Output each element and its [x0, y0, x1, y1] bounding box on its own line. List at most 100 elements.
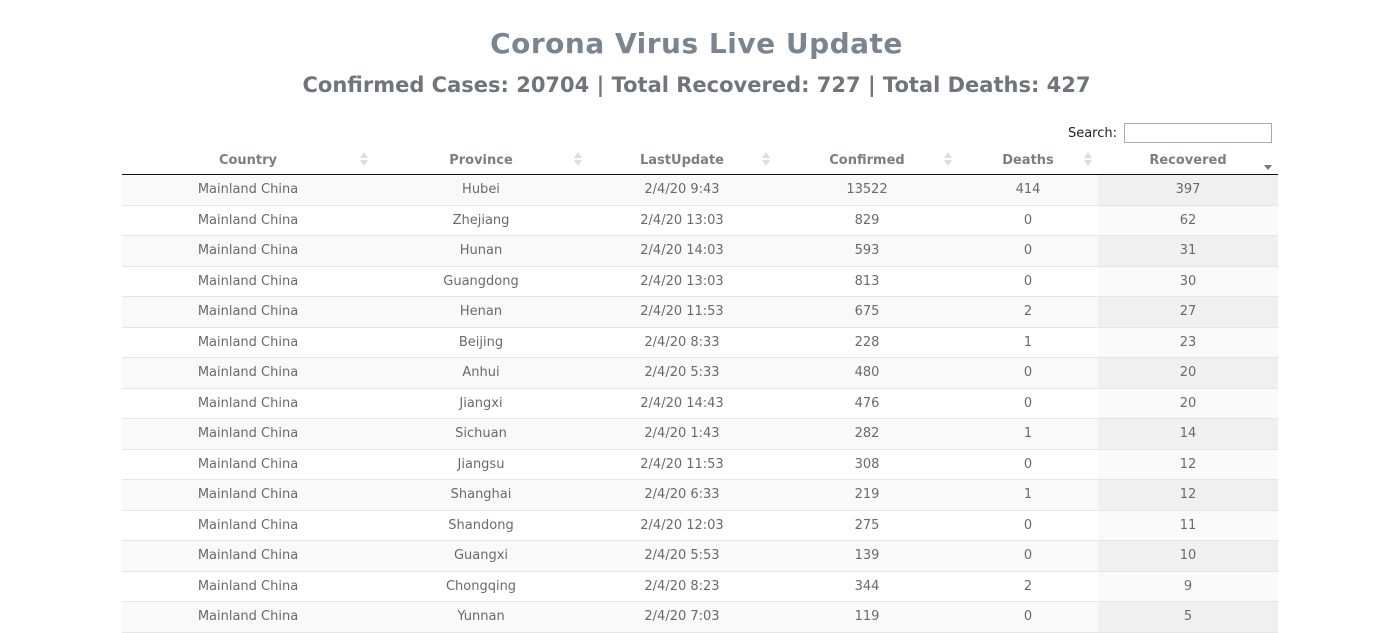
cell-deaths: 1 — [958, 418, 1098, 450]
cell-country: Mainland China — [122, 388, 374, 419]
cell-deaths: 1 — [958, 479, 1098, 511]
cell-confirmed: 139 — [776, 540, 958, 572]
cell-recovered: 12 — [1098, 449, 1278, 480]
cell-lastupdate: 2/4/20 5:53 — [588, 540, 776, 572]
cell-lastupdate: 2/4/20 8:33 — [588, 327, 776, 358]
cell-recovered: 9 — [1098, 571, 1278, 602]
cell-country: Mainland China — [122, 266, 374, 297]
cell-confirmed: 308 — [776, 449, 958, 480]
column-header-recovered[interactable]: Recovered — [1098, 146, 1278, 175]
cell-deaths: 2 — [958, 296, 1098, 328]
cell-confirmed: 480 — [776, 357, 958, 389]
cell-province: Hubei — [374, 174, 588, 206]
cell-deaths: 1 — [958, 327, 1098, 358]
table-row[interactable]: Mainland China Henan 2/4/20 11:53 675 2 27 — [122, 296, 1278, 328]
column-header-label: LastUpdate — [640, 152, 724, 168]
cell-lastupdate: 2/4/20 11:53 — [588, 449, 776, 480]
cell-province: Sichuan — [374, 418, 588, 450]
cell-country: Mainland China — [122, 510, 374, 541]
cell-recovered: 62 — [1098, 205, 1278, 236]
column-header-province[interactable]: Province — [374, 146, 588, 175]
column-header-lastupdate[interactable]: LastUpdate — [588, 146, 776, 175]
column-header-label: Confirmed — [829, 152, 905, 168]
cell-deaths: 0 — [958, 449, 1098, 480]
cell-lastupdate: 2/4/20 7:03 — [588, 601, 776, 633]
cell-country: Mainland China — [122, 479, 374, 511]
summary-stats: Confirmed Cases: 20704 | Total Recovered… — [302, 73, 1091, 97]
cell-province: Yunnan — [374, 601, 588, 633]
sort-both-icon — [574, 152, 582, 166]
cell-confirmed: 282 — [776, 418, 958, 450]
cell-country: Mainland China — [122, 205, 374, 236]
sort-desc-icon — [1264, 156, 1272, 170]
cell-confirmed: 813 — [776, 266, 958, 297]
cell-lastupdate: 2/4/20 14:03 — [588, 235, 776, 267]
sort-both-icon — [360, 152, 368, 166]
cell-confirmed: 675 — [776, 296, 958, 328]
table-row[interactable]: Mainland China Guangxi 2/4/20 5:53 139 0 10 — [122, 540, 1278, 572]
cell-confirmed: 593 — [776, 235, 958, 267]
cell-deaths: 0 — [958, 266, 1098, 297]
cell-deaths: 414 — [958, 174, 1098, 206]
sort-both-icon — [762, 152, 770, 166]
column-header-label: Province — [449, 152, 513, 168]
cell-lastupdate: 2/4/20 8:23 — [588, 571, 776, 602]
cell-country: Mainland China — [122, 357, 374, 389]
cell-province: Zhejiang — [374, 205, 588, 236]
cell-lastupdate: 2/4/20 11:53 — [588, 296, 776, 328]
cell-lastupdate: 2/4/20 13:03 — [588, 205, 776, 236]
cell-confirmed: 476 — [776, 388, 958, 419]
cell-province: Beijing — [374, 327, 588, 358]
cell-recovered: 31 — [1098, 235, 1278, 267]
table-row[interactable]: Mainland China Yunnan 2/4/20 7:03 119 0 5 — [122, 601, 1278, 633]
column-header-country[interactable]: Country — [122, 146, 374, 175]
table-header-row: Country Province LastUpdate Confirmed Deaths… — [122, 146, 1278, 175]
search-input[interactable] — [1124, 123, 1272, 143]
cell-province: Guangdong — [374, 266, 588, 297]
table-row[interactable]: Mainland China Jiangsu 2/4/20 11:53 308 0 12 — [122, 449, 1278, 480]
table-row[interactable]: Mainland China Sichuan 2/4/20 1:43 282 1 14 — [122, 418, 1278, 450]
column-header-deaths[interactable]: Deaths — [958, 146, 1098, 175]
cell-recovered: 12 — [1098, 479, 1278, 511]
cell-confirmed: 219 — [776, 479, 958, 511]
cell-deaths: 0 — [958, 235, 1098, 267]
cell-deaths: 0 — [958, 601, 1098, 633]
table-row[interactable]: Mainland China Hunan 2/4/20 14:03 593 0 31 — [122, 235, 1278, 267]
cell-country: Mainland China — [122, 601, 374, 633]
sort-both-icon — [944, 152, 952, 166]
cell-country: Mainland China — [122, 418, 374, 450]
cell-lastupdate: 2/4/20 9:43 — [588, 174, 776, 206]
table-row[interactable]: Mainland China Beijing 2/4/20 8:33 228 1 23 — [122, 327, 1278, 358]
table-row[interactable]: Mainland China Guangdong 2/4/20 13:03 813 0 3… — [122, 266, 1278, 297]
cell-recovered: 20 — [1098, 388, 1278, 419]
cell-recovered: 23 — [1098, 327, 1278, 358]
cell-lastupdate: 2/4/20 13:03 — [588, 266, 776, 297]
table-row[interactable]: Mainland China Chongqing 2/4/20 8:23 344 2 9 — [122, 571, 1278, 602]
cell-confirmed: 344 — [776, 571, 958, 602]
cell-deaths: 0 — [958, 357, 1098, 389]
cell-country: Mainland China — [122, 235, 374, 267]
cell-province: Shandong — [374, 510, 588, 541]
cell-confirmed: 13522 — [776, 174, 958, 206]
cell-deaths: 0 — [958, 540, 1098, 572]
table-row[interactable]: Mainland China Hubei 2/4/20 9:43 13522 414 39… — [122, 174, 1278, 206]
cell-country: Mainland China — [122, 327, 374, 358]
cell-recovered: 20 — [1098, 357, 1278, 389]
table-row[interactable]: Mainland China Jiangxi 2/4/20 14:43 476 0 20 — [122, 388, 1278, 419]
table-row[interactable]: Mainland China Zhejiang 2/4/20 13:03 829 0 62 — [122, 205, 1278, 236]
cell-recovered: 10 — [1098, 540, 1278, 572]
cases-table: Country Province LastUpdate Confirmed Deaths… — [122, 146, 1278, 633]
cell-lastupdate: 2/4/20 12:03 — [588, 510, 776, 541]
column-header-label: Deaths — [1002, 152, 1054, 168]
cell-province: Jiangxi — [374, 388, 588, 419]
column-header-confirmed[interactable]: Confirmed — [776, 146, 958, 175]
column-header-label: Recovered — [1149, 152, 1227, 168]
search-label: Search: — [1067, 125, 1117, 141]
table-row[interactable]: Mainland China Shandong 2/4/20 12:03 275 0 11 — [122, 510, 1278, 541]
table-row[interactable]: Mainland China Anhui 2/4/20 5:33 480 0 20 — [122, 357, 1278, 389]
cell-lastupdate: 2/4/20 1:43 — [588, 418, 776, 450]
cell-province: Shanghai — [374, 479, 588, 511]
table-row[interactable]: Mainland China Shanghai 2/4/20 6:33 219 1 12 — [122, 479, 1278, 511]
cell-country: Mainland China — [122, 296, 374, 328]
cell-recovered: 30 — [1098, 266, 1278, 297]
